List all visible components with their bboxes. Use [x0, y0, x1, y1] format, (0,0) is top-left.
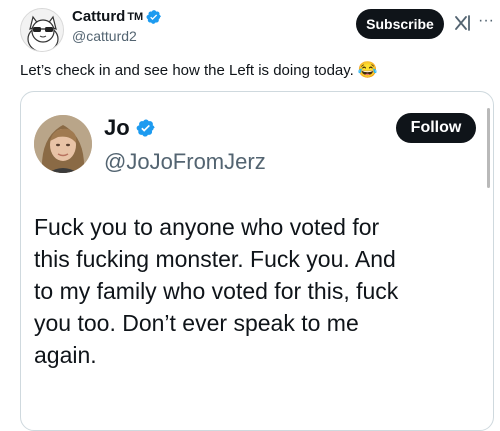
laughing-emoji: 😂 [357, 62, 378, 79]
quoted-text-line: again. [34, 342, 97, 368]
author-name[interactable]: Catturd TM [72, 8, 162, 25]
follow-button[interactable]: Follow [396, 113, 476, 143]
display-name[interactable]: Catturd [72, 8, 125, 25]
quoted-text-line: Fuck you to anyone who voted for [34, 214, 380, 240]
author-handle[interactable]: @catturd2 [72, 28, 137, 44]
quoted-tweet-text: Fuck you to anyone who voted for this fu… [34, 211, 474, 371]
avatar-catturd[interactable] [20, 8, 64, 52]
subscribe-button[interactable]: Subscribe [356, 9, 444, 39]
tweet-text: Let’s check in and see how the Left is d… [20, 60, 378, 80]
grok-icon[interactable] [453, 13, 473, 33]
trademark-label: TM [127, 10, 144, 23]
tweet-text-content: Let’s check in and see how the Left is d… [20, 61, 354, 79]
quoted-author-handle[interactable]: @JoJoFromJerz [104, 149, 266, 175]
quoted-display-name[interactable]: Jo [104, 115, 130, 141]
verified-badge-icon [136, 118, 156, 138]
quoted-text-line: to my family who voted for this, fuck [34, 278, 399, 304]
quoted-author-name[interactable]: Jo [104, 115, 156, 141]
quoted-text-line: you too. Don’t ever speak to me [34, 310, 359, 336]
quoted-text-line: this fucking monster. Fuck you. And [34, 246, 396, 272]
verified-badge-icon [146, 9, 162, 25]
avatar-jo[interactable] [34, 115, 92, 173]
scrollbar[interactable] [487, 108, 490, 188]
more-icon[interactable]: ··· [478, 13, 494, 29]
